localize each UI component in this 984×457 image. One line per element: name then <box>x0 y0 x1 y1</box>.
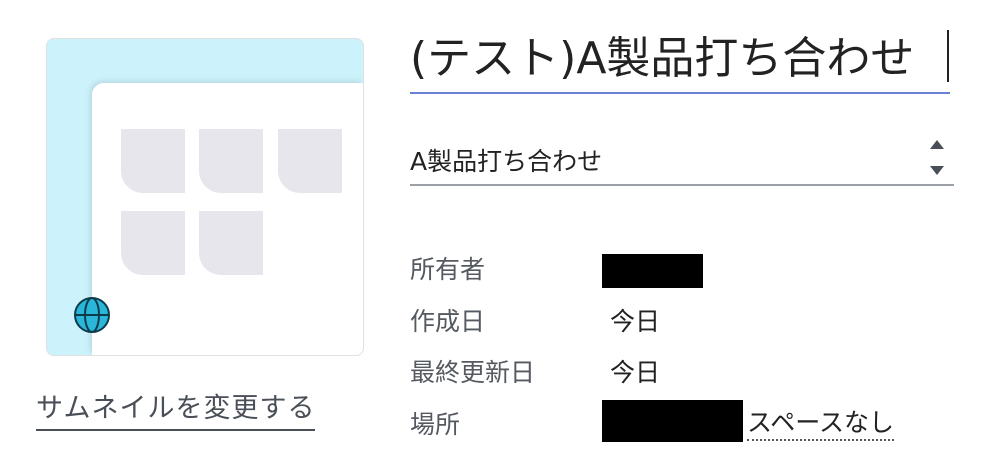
template-select-value: A製品打ち合わせ <box>410 147 603 176</box>
location-redacted <box>602 400 743 442</box>
sort-arrows-icon <box>930 140 944 175</box>
thumbnail-tile <box>278 129 342 193</box>
created-label: 作成日 <box>410 307 486 336</box>
owner-label: 所有者 <box>410 255 486 284</box>
text-caret <box>947 30 949 82</box>
change-thumbnail-link[interactable]: サムネイルを変更する <box>36 386 316 431</box>
thumbnail-sheet <box>92 83 363 355</box>
owner-redacted <box>602 254 703 288</box>
location-label: 場所 <box>410 410 461 439</box>
created-value: 今日 <box>610 307 661 336</box>
thumbnail-tile <box>121 211 185 275</box>
title-input[interactable]: (テスト)A製品打ち合わせ <box>410 22 950 94</box>
globe-icon <box>74 297 110 333</box>
template-select[interactable]: A製品打ち合わせ <box>410 128 954 186</box>
modified-label: 最終更新日 <box>410 358 536 387</box>
modified-value: 今日 <box>610 358 661 387</box>
thumbnail-tile <box>199 211 263 275</box>
thumbnail-tile <box>199 129 263 193</box>
page-properties-panel: サムネイルを変更する (テスト)A製品打ち合わせ A製品打ち合わせ 所有者 作成… <box>0 0 984 457</box>
thumbnail-preview[interactable] <box>46 38 364 356</box>
thumbnail-tile <box>121 129 185 193</box>
location-link[interactable]: スペースなし <box>747 403 895 441</box>
